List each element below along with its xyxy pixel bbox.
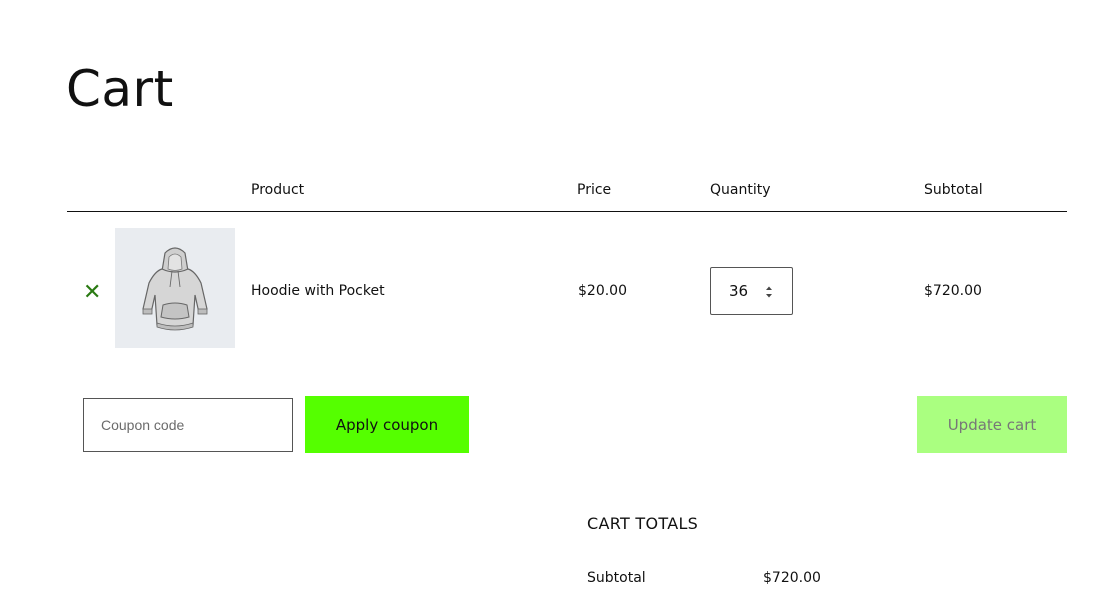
product-name-link[interactable]: Hoodie with Pocket bbox=[251, 283, 385, 299]
quantity-value[interactable]: 36 bbox=[729, 282, 759, 300]
hoodie-image bbox=[142, 247, 208, 331]
cart-page: Cart Product Price Quantity Subtotal ✕ H… bbox=[0, 0, 1093, 614]
product-price: $20.00 bbox=[578, 283, 627, 299]
row-subtotal: $720.00 bbox=[924, 283, 982, 299]
cart-totals-title: CART TOTALS bbox=[587, 514, 699, 533]
header-price: Price bbox=[577, 182, 612, 198]
close-icon[interactable]: ✕ bbox=[83, 282, 101, 304]
coupon-code-input[interactable] bbox=[83, 398, 293, 452]
spinner-icon[interactable] bbox=[764, 284, 774, 300]
product-thumbnail[interactable] bbox=[115, 228, 235, 348]
header-quantity: Quantity bbox=[710, 182, 771, 198]
header-subtotal: Subtotal bbox=[924, 182, 983, 198]
totals-subtotal-label: Subtotal bbox=[587, 570, 646, 586]
update-cart-button[interactable]: Update cart bbox=[917, 396, 1067, 453]
table-header: Product Price Quantity Subtotal bbox=[67, 170, 1067, 212]
header-product: Product bbox=[251, 182, 305, 198]
apply-coupon-button[interactable]: Apply coupon bbox=[305, 396, 469, 453]
cart-table: Product Price Quantity Subtotal ✕ Hoodie… bbox=[67, 170, 1067, 372]
page-title: Cart bbox=[66, 60, 174, 118]
quantity-stepper[interactable]: 36 bbox=[710, 267, 793, 315]
totals-subtotal-value: $720.00 bbox=[763, 570, 821, 586]
table-row: ✕ Hoodie with Pocket $20.00 36 $720.00 bbox=[67, 212, 1067, 372]
